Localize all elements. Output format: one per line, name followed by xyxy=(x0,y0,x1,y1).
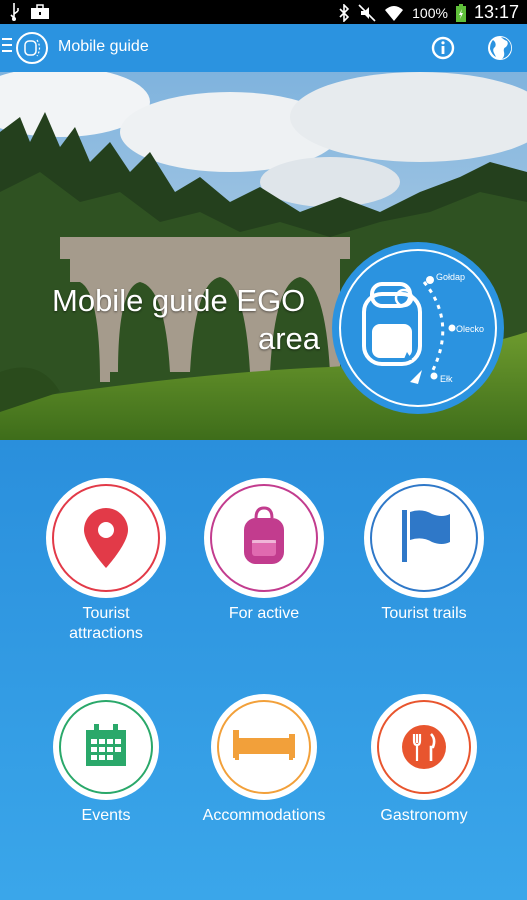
badge-place-2: Olecko xyxy=(456,324,484,334)
tile-label: Events xyxy=(26,806,186,826)
map-pin-icon xyxy=(84,508,128,568)
app-logo[interactable] xyxy=(16,32,48,64)
battery-icon xyxy=(455,3,466,22)
hero-banner: Mobile guide EGO area Gołdap Olecko Ełk xyxy=(0,72,527,440)
tile-circle xyxy=(53,694,159,800)
tile-events[interactable]: Events xyxy=(26,694,186,826)
tile-gastronomy[interactable]: Gastronomy xyxy=(344,694,504,826)
battery-percent: 100% xyxy=(412,4,448,21)
badge-place-1: Gołdap xyxy=(436,272,465,282)
mute-icon xyxy=(358,3,376,22)
tile-label-line1: Accommodations xyxy=(202,807,326,824)
menu-icon[interactable] xyxy=(2,38,12,54)
tile-label-line1: Events xyxy=(81,807,131,824)
backpack-route-icon: Gołdap Olecko Ełk xyxy=(339,249,497,407)
cutlery-icon xyxy=(402,725,446,769)
backpack-icon xyxy=(244,506,284,564)
tile-label: Tourist trails xyxy=(344,604,504,624)
calendar-icon xyxy=(86,724,126,766)
hero-badge: Gołdap Olecko Ełk xyxy=(332,242,504,414)
tile-label: Tourist attractions xyxy=(26,604,186,644)
tile-label: For active xyxy=(184,604,344,624)
badge-place-3: Ełk xyxy=(440,374,453,384)
tile-circle xyxy=(204,478,324,598)
tile-for-active[interactable]: For active xyxy=(184,478,344,624)
tile-circle xyxy=(371,694,477,800)
hero-title-line2: area xyxy=(257,321,320,356)
category-grid: Tourist attractions For active Tourist t… xyxy=(0,440,527,900)
app-title: Mobile guide xyxy=(58,38,149,55)
bluetooth-icon xyxy=(339,3,350,22)
tile-circle xyxy=(364,478,484,598)
tile-label: Gastronomy xyxy=(344,806,504,826)
tile-label-line2: attractions xyxy=(69,625,143,642)
info-icon[interactable] xyxy=(431,36,455,60)
usb-icon xyxy=(10,3,19,21)
tile-label-line1: Tourist trails xyxy=(381,605,467,622)
briefcase-icon xyxy=(31,4,49,19)
hero-title: Mobile guide EGO area xyxy=(52,282,320,358)
tile-tourist-trails[interactable]: Tourist trails xyxy=(344,478,504,624)
hero-title-line1: Mobile guide EGO xyxy=(52,283,306,318)
clock: 13:17 xyxy=(473,2,519,22)
globe-icon[interactable] xyxy=(487,35,513,61)
flag-icon xyxy=(402,510,450,562)
bed-icon xyxy=(233,730,295,760)
app-bar: Mobile guide xyxy=(0,24,527,72)
wifi-icon xyxy=(385,5,404,21)
tile-circle xyxy=(211,694,317,800)
status-bar: 100% 13:17 xyxy=(0,0,527,24)
tile-label-line1: Gastronomy xyxy=(380,807,468,824)
tile-label-line1: For active xyxy=(228,605,300,622)
tile-accommodations[interactable]: Accommodations xyxy=(184,694,344,826)
tile-label: Accommodations xyxy=(184,806,344,826)
tile-label-line1: Tourist xyxy=(82,605,130,622)
backpack-logo-icon xyxy=(24,39,41,57)
tile-circle xyxy=(46,478,166,598)
tile-tourist-attractions[interactable]: Tourist attractions xyxy=(26,478,186,644)
